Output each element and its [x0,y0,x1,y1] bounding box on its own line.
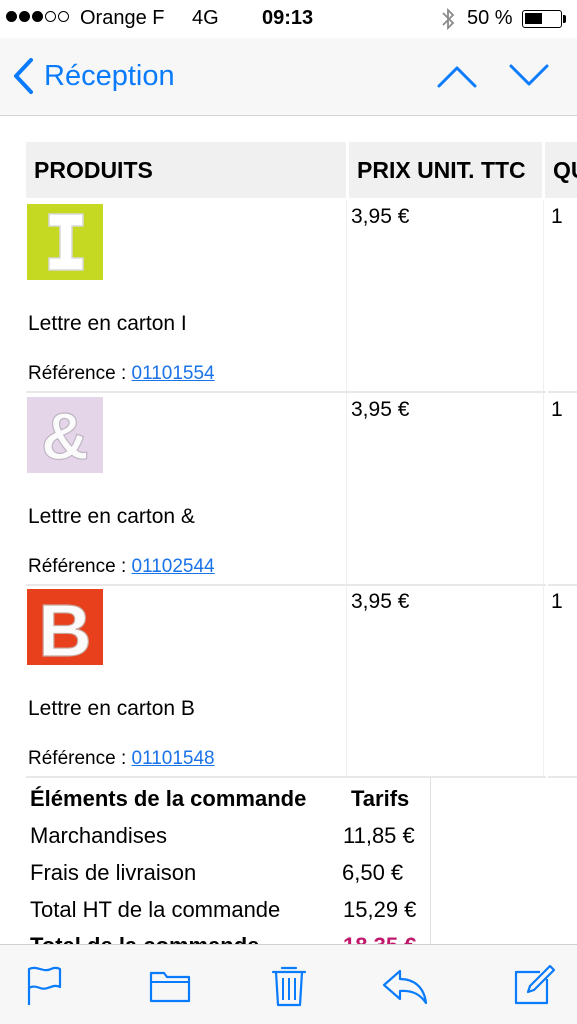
battery-percent: 50 % [467,7,513,29]
chevron-left-icon [14,58,33,94]
nav-bar: Réception [0,38,577,116]
column-header-products: PRODUITS [26,142,346,198]
delete-button[interactable] [265,961,313,1009]
chevron-up-icon [437,66,477,88]
product-name: Lettre en carton B [28,697,195,720]
clock: 09:13 [262,7,314,29]
reference-link[interactable]: 01101554 [132,363,215,384]
back-button[interactable]: Réception [12,54,175,98]
summary-header-prices: Tarifs [351,786,410,811]
reference-link[interactable]: 01101548 [132,748,215,769]
product-reference: Référence : 01101548 [28,748,215,769]
unit-price: 3,95 € [351,205,410,228]
product-name: Lettre en carton I [28,312,187,335]
next-message-button[interactable] [506,60,552,92]
thumb-letter: & [41,399,89,473]
signal-strength-icon [6,11,69,22]
table-row: Lettre en carton I Référence : 01101554 … [0,200,577,393]
network-type: 4G [192,7,219,29]
summary-total-value: 18,35 € [343,933,416,944]
trash-icon [271,966,307,1007]
bottom-toolbar [0,944,577,1024]
summary-label: Marchandises [30,823,167,848]
summary-label: Total HT de la commande [30,897,281,922]
product-thumbnail[interactable]: & [27,397,103,473]
order-summary: Éléments de la commande Tarifs Marchandi… [26,778,431,944]
flag-icon [27,966,62,1005]
folder-icon [149,971,191,1003]
previous-message-button[interactable] [434,60,480,92]
summary-value: 15,29 € [343,897,417,922]
move-to-folder-button[interactable] [146,961,194,1009]
reference-link[interactable]: 01102544 [132,556,215,577]
flag-button[interactable] [20,961,68,1009]
quantity: 1 [551,398,563,421]
product-reference: Référence : 01102544 [28,556,215,577]
bluetooth-icon [440,6,456,38]
column-header-unit-price: PRIX UNIT. TTC [349,142,542,198]
battery-icon [522,10,562,28]
reply-button[interactable] [380,961,428,1009]
product-thumbnail[interactable] [27,204,103,280]
thumb-letter: B [38,589,91,665]
summary-value: 11,85 € [343,823,415,848]
column-header-quantity: QUANTITÉ [545,142,577,198]
status-bar: Orange F 4G 09:13 50 % [0,0,577,38]
quantity: 1 [551,205,563,228]
compose-icon [514,964,556,1005]
summary-value: 6,50 € [342,860,404,885]
table-row: & Lettre en carton & Référence : 0110254… [0,393,577,586]
unit-price: 3,95 € [351,398,410,421]
battery-tip [563,15,566,23]
quantity: 1 [551,590,563,613]
summary-total-label: Total de la commande [30,933,259,944]
product-thumbnail[interactable]: B [27,589,103,665]
chevron-down-icon [509,64,549,86]
reply-icon [382,969,428,1005]
product-name: Lettre en carton & [28,505,195,528]
table-row: B Lettre en carton B Référence : 0110154… [0,585,577,778]
product-reference: Référence : 01101554 [28,363,215,384]
email-body[interactable]: PRODUITS PRIX UNIT. TTC QUANTITÉ Lettre … [0,116,577,944]
summary-header-items: Éléments de la commande [30,786,307,811]
summary-label: Frais de livraison [30,860,197,885]
back-label: Réception [44,59,175,92]
unit-price: 3,95 € [351,590,410,613]
carrier-name: Orange F [80,7,165,29]
compose-button[interactable] [510,961,558,1009]
